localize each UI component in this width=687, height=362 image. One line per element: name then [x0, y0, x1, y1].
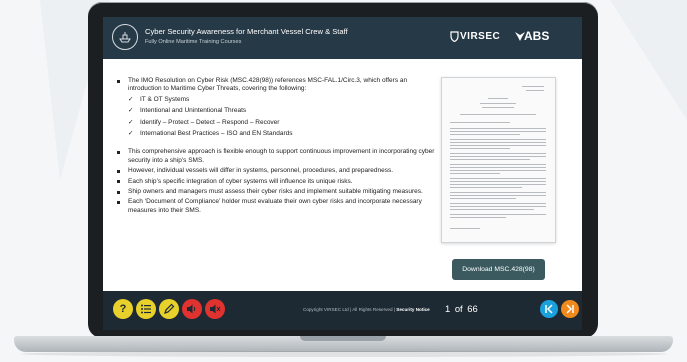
abs-logo: ABS: [524, 29, 550, 43]
list-item: Each ‘Document of Compliance’ holder mus…: [115, 198, 435, 215]
help-icon: ?: [119, 303, 127, 315]
audio-button[interactable]: [182, 299, 202, 319]
audio-icon: [187, 304, 196, 314]
check-icon: ✓: [128, 130, 134, 138]
download-msc-button[interactable]: Download MSC.428(98): [452, 259, 545, 280]
list-item: ✓ International Best Practices – ISO and …: [128, 130, 293, 138]
check-icon: ✓: [128, 107, 134, 115]
list-item: ✓ Identify – Protect – Detect – Respond –…: [128, 118, 280, 126]
course-subtitle: Fully Online Maritime Training Courses: [145, 39, 242, 45]
ship-logo-icon: [112, 24, 138, 50]
notes-button[interactable]: [159, 299, 179, 319]
laptop-shadow: [20, 351, 667, 357]
menu-button[interactable]: [136, 299, 156, 319]
check-icon: ✓: [128, 118, 134, 126]
list-item: Ship owners and managers must assess the…: [115, 188, 435, 196]
list-item: Each ship’s specific integration of cybe…: [115, 178, 435, 186]
back-button[interactable]: [540, 300, 558, 318]
list-item: ✓ IT & OT Systems: [128, 95, 190, 103]
list-item: This comprehensive approach is flexible …: [115, 148, 435, 165]
sub-bullet-list: ✓ IT & OT Systems ✓ Intentional and Uninte…: [115, 96, 435, 139]
course-footer: ? Copyright VIRSEC Ltd | All Rights Rese…: [103, 291, 582, 330]
bullet-list: The IMO Resolution on Cyber Risk (MSC.42…: [115, 77, 435, 217]
virsec-shield-icon: [450, 31, 459, 42]
laptop-screen: Cyber Security Awareness for Merchant Ve…: [103, 17, 582, 330]
pencil-icon: [164, 303, 175, 314]
back-icon: [545, 304, 553, 314]
current-page: 1: [445, 303, 451, 314]
next-icon: [566, 304, 574, 314]
list-item: ✓ Intentional and Unintentional Threats: [128, 107, 247, 115]
mute-button[interactable]: [205, 299, 225, 319]
mute-icon: [210, 304, 221, 314]
copyright-text: Copyright VIRSEC Ltd | All Rights Reserv…: [303, 307, 430, 312]
course-title: Cyber Security Awareness for Merchant Ve…: [145, 27, 348, 36]
menu-list-icon: [141, 304, 151, 314]
list-item: However, individual vessels will differ …: [115, 167, 435, 175]
page-indicator: 1 of 66: [445, 303, 478, 314]
check-icon: ✓: [128, 95, 134, 103]
list-item: The IMO Resolution on Cyber Risk (MSC.42…: [115, 77, 435, 94]
laptop-notch: [300, 336, 386, 341]
document-preview: [441, 77, 556, 243]
next-button[interactable]: [561, 300, 579, 318]
security-notice-link[interactable]: Security Notice: [396, 307, 429, 312]
virsec-logo: VIRSEC: [460, 31, 501, 42]
total-pages: 66: [467, 303, 478, 314]
help-button[interactable]: ?: [113, 299, 133, 319]
course-header: Cyber Security Awareness for Merchant Ve…: [103, 17, 582, 59]
